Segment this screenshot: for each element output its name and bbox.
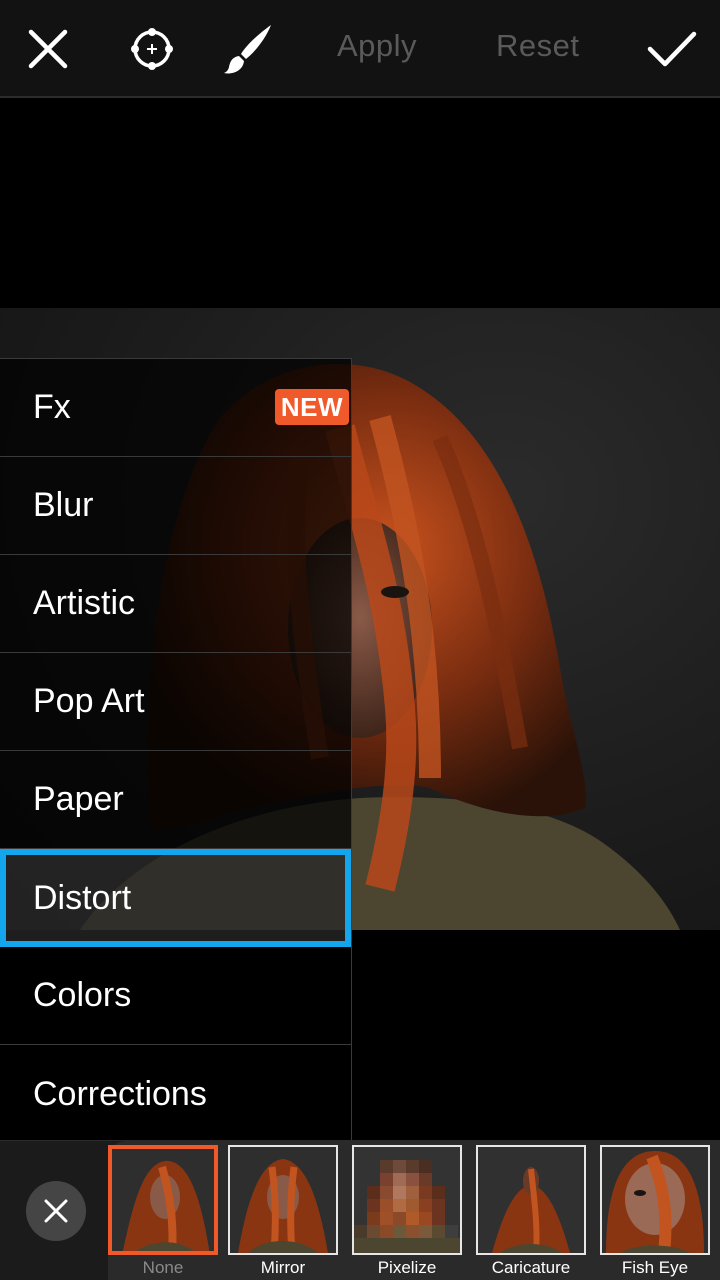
effect-label: Fish Eye (621, 1258, 689, 1277)
menu-item-label: Colors (33, 976, 132, 1014)
effect-label: Pixelize (377, 1258, 437, 1277)
effect-thumb-pixelize[interactable]: Pixelize (352, 1145, 462, 1280)
checkmark-icon[interactable] (642, 20, 702, 78)
effect-thumb-none[interactable]: None (108, 1145, 218, 1280)
menu-item-label: Blur (33, 486, 94, 524)
effect-preview-image (600, 1145, 710, 1255)
apply-button[interactable]: Apply (337, 28, 417, 64)
menu-item-label: Distort (33, 878, 132, 917)
effect-preview-image (352, 1145, 462, 1255)
crosshair-target-icon[interactable] (123, 20, 181, 78)
new-badge: NEW (274, 389, 349, 425)
menu-item-fx[interactable]: Fx NEW (0, 359, 351, 457)
menu-item-label: Corrections (33, 1074, 207, 1113)
effects-category-menu: Fx NEW Blur Artistic Pop Art Paper Disto… (0, 358, 352, 1144)
menu-item-distort[interactable]: Distort (0, 849, 351, 947)
effect-label: Mirror (260, 1258, 306, 1277)
effect-label: Caricature (491, 1258, 571, 1277)
effect-preview-image (476, 1145, 586, 1255)
effect-thumb-mirror[interactable]: Mirror (228, 1145, 338, 1280)
menu-item-artistic[interactable]: Artistic (0, 555, 351, 653)
close-icon[interactable] (19, 20, 77, 78)
close-icon[interactable] (26, 1181, 86, 1241)
menu-item-corrections[interactable]: Corrections (0, 1045, 351, 1143)
brush-icon[interactable] (219, 20, 277, 78)
menu-item-paper[interactable]: Paper (0, 751, 351, 849)
effect-label: None (142, 1258, 184, 1277)
effect-preview-image (108, 1145, 218, 1255)
effect-thumbnails: None Mirror Pixelize Caricature Fish Eye (108, 1141, 720, 1280)
menu-item-label: Fx (33, 388, 71, 426)
effect-thumb-fish-eye[interactable]: Fish Eye (600, 1145, 710, 1280)
effects-strip: None Mirror Pixelize Caricature Fish Eye (0, 1140, 720, 1280)
menu-item-blur[interactable]: Blur (0, 457, 351, 555)
reset-button[interactable]: Reset (496, 28, 579, 64)
menu-item-pop-art[interactable]: Pop Art (0, 653, 351, 751)
menu-item-label: Pop Art (33, 682, 145, 720)
menu-item-colors[interactable]: Colors (0, 947, 351, 1045)
effect-preview-image (228, 1145, 338, 1255)
top-toolbar: Apply Reset (0, 0, 720, 98)
menu-item-label: Paper (33, 780, 124, 818)
menu-item-label: Artistic (33, 584, 135, 622)
effect-thumb-caricature[interactable]: Caricature (476, 1145, 586, 1280)
